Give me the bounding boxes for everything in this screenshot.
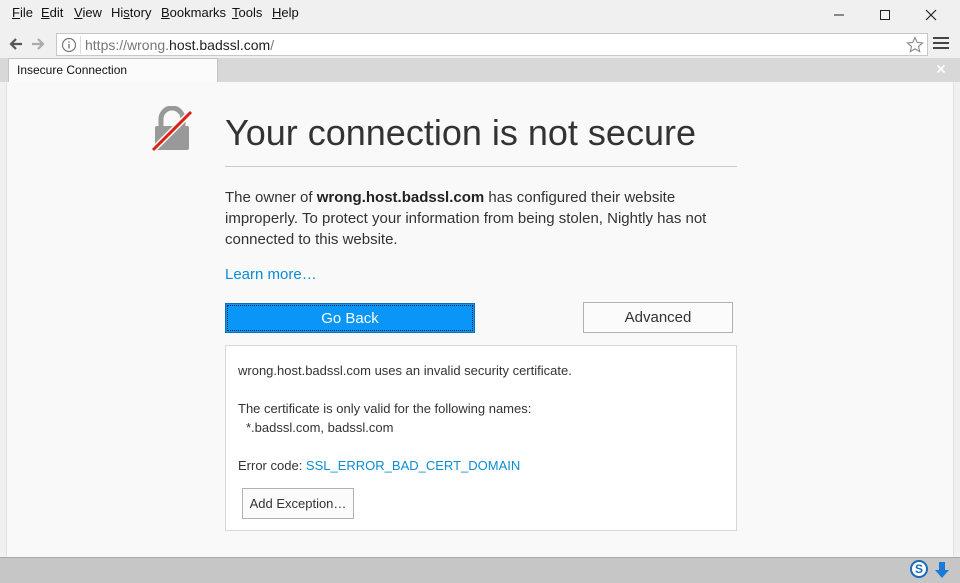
minimize-button[interactable] [816,0,862,30]
maximize-button[interactable] [862,0,908,30]
close-icon [925,9,937,21]
title-divider [225,166,737,167]
url-text[interactable]: https://wrong.host.badssl.com/ [85,37,274,53]
forward-button[interactable] [28,34,48,54]
minimize-icon [834,14,844,16]
forward-arrow-icon [32,38,45,50]
error-code-link[interactable]: SSL_ERROR_BAD_CERT_DOMAIN [306,458,520,473]
advanced-panel: wrong.host.badssl.com uses an invalid se… [225,345,737,531]
page-content: Your connection is not secure The owner … [6,82,954,557]
tab-close-button[interactable] [934,62,948,76]
tab-strip: Insecure Connection [0,58,960,82]
addon-s-icon[interactable]: S [910,560,928,578]
menu-bar: File Edit View History Bookmarks Tools H… [0,0,960,28]
tab-insecure-connection[interactable]: Insecure Connection [8,58,218,82]
broken-lock-icon [151,106,193,152]
go-back-button[interactable]: Go Back [225,303,475,333]
menu-help[interactable]: Help [272,5,299,20]
back-button[interactable] [6,34,26,54]
close-tab-icon [936,64,946,74]
download-arrow-icon[interactable] [933,560,951,580]
menu-file[interactable]: File [12,5,33,20]
close-window-button[interactable] [908,0,954,30]
bookmark-star-icon[interactable] [905,35,925,55]
menu-hamburger-icon[interactable] [933,37,949,51]
valid-names-list: *.badssl.com, badssl.com [246,420,394,435]
back-arrow-icon [9,38,22,50]
url-bar[interactable]: https://wrong.host.badssl.com/ [56,33,928,56]
menu-view[interactable]: View [74,5,102,20]
info-icon[interactable] [61,37,77,53]
learn-more-link[interactable]: Learn more… [225,266,317,283]
advanced-button[interactable]: Advanced [583,302,733,333]
error-host: wrong.host.badssl.com [316,189,485,206]
error-description: The owner of wrong.host.badssl.com has c… [225,189,707,248]
navigation-bar: https://wrong.host.badssl.com/ [0,30,960,58]
menu-bookmarks[interactable]: Bookmarks [161,5,226,20]
status-bar: S [0,557,960,583]
url-separator [80,36,81,54]
add-exception-button[interactable]: Add Exception… [242,488,354,519]
invalid-cert-text: wrong.host.badssl.com uses an invalid se… [238,363,572,378]
menu-edit[interactable]: Edit [41,5,63,20]
error-code-line: Error code: SSL_ERROR_BAD_CERT_DOMAIN [238,458,521,473]
page-title: Your connection is not secure [225,112,696,153]
menu-history[interactable]: History [111,5,151,20]
maximize-icon [880,10,890,20]
menu-tools[interactable]: Tools [232,5,262,20]
valid-names-label: The certificate is only valid for the fo… [238,401,532,416]
